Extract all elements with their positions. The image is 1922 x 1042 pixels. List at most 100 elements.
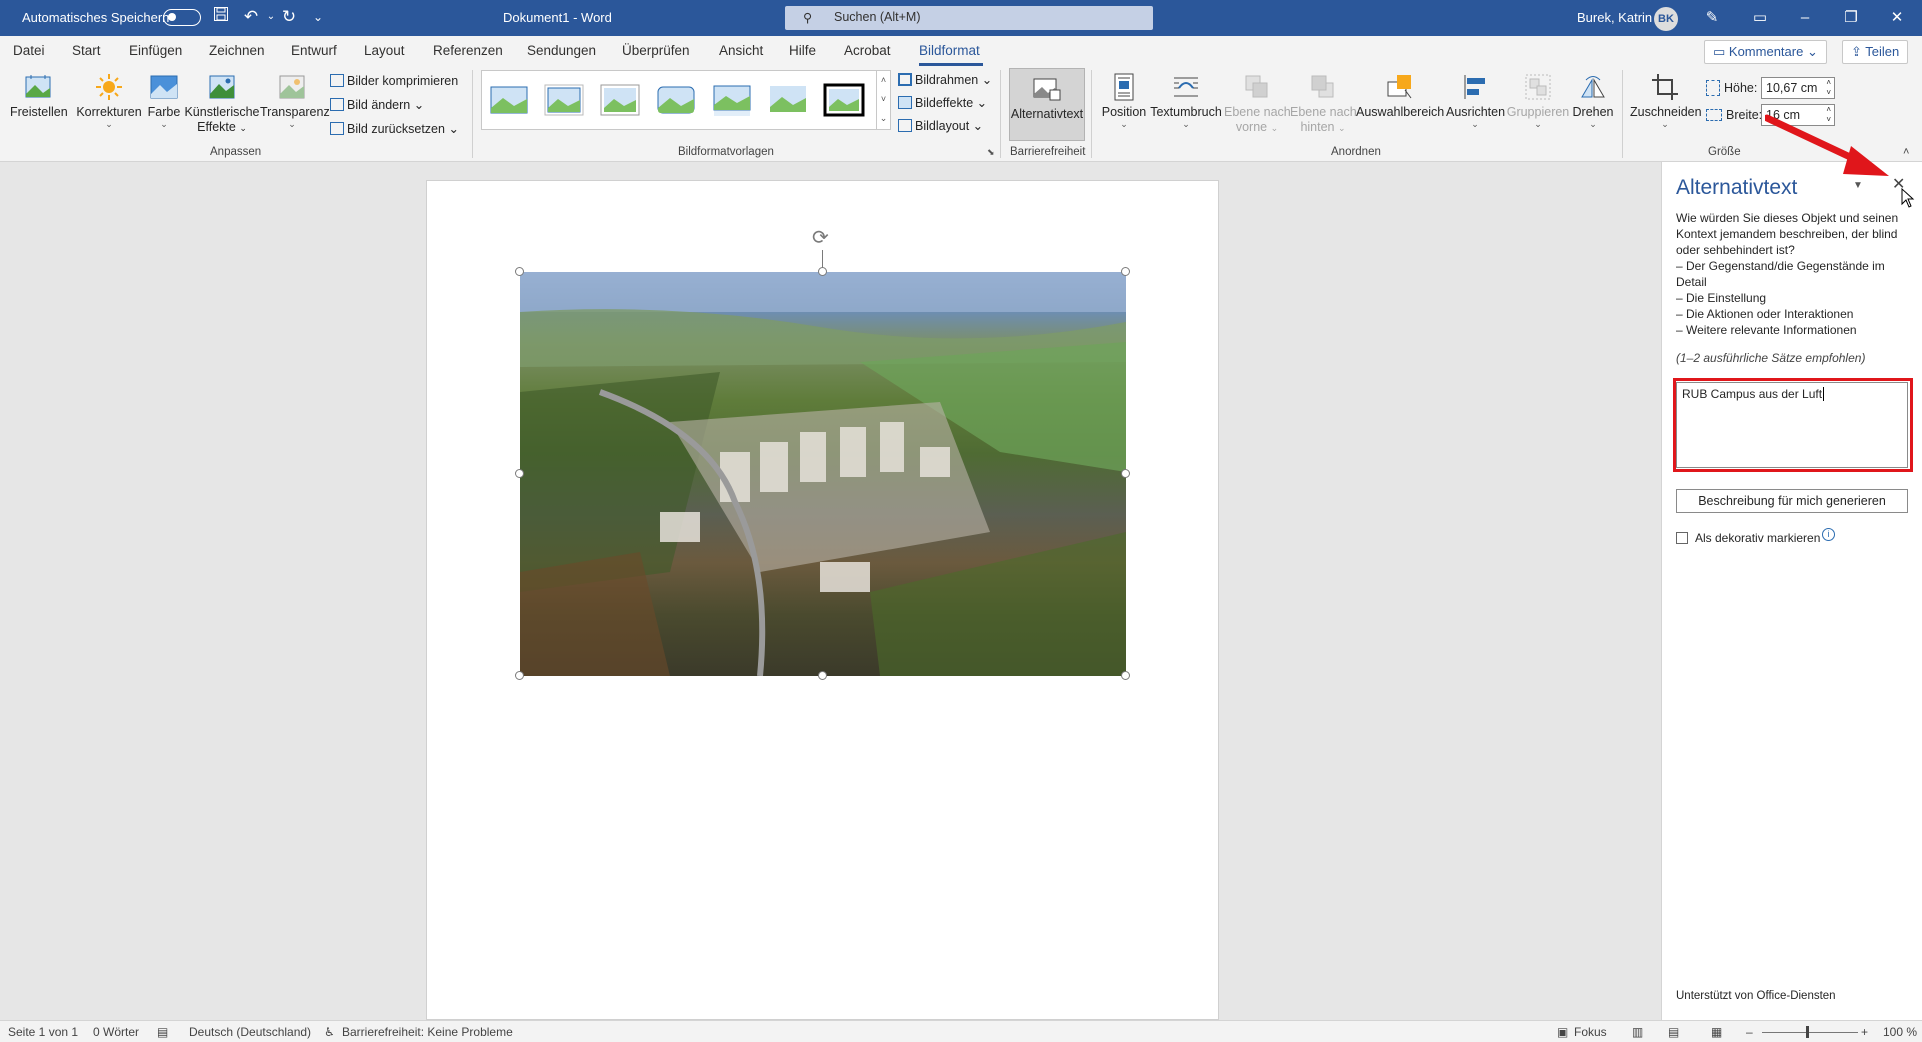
drehen-button[interactable]: Drehen ⌄ xyxy=(1570,72,1616,129)
decorative-label: Als dekorativ markieren xyxy=(1695,531,1821,545)
web-layout-icon[interactable]: ▦ xyxy=(1711,1025,1722,1039)
zoom-slider[interactable] xyxy=(1762,1032,1858,1033)
bring-forward-button[interactable]: Ebene nach vorne ⌄ xyxy=(1224,72,1291,136)
compress-pictures-button[interactable]: Bilder komprimieren xyxy=(330,73,458,89)
tab-sendungen[interactable]: Sendungen xyxy=(527,43,596,58)
designer-icon[interactable]: ✎ xyxy=(1700,6,1724,30)
tab-datei[interactable]: Datei xyxy=(13,43,45,58)
resize-handle[interactable] xyxy=(515,671,524,680)
picture-style-thumb[interactable] xyxy=(655,82,697,118)
reset-picture-button[interactable]: Bild zurücksetzen ⌄ xyxy=(330,121,459,137)
group-label-barrierefreiheit: Barrierefreiheit xyxy=(1010,146,1086,158)
artistic-effects-button[interactable]: Künstlerische Effekte ⌄ xyxy=(184,72,260,136)
bildrahmen-button[interactable]: Bildrahmen ⌄ xyxy=(898,72,992,88)
group-separator xyxy=(1622,70,1623,158)
gruppieren-button[interactable]: Gruppieren ⌄ xyxy=(1506,72,1570,129)
korrekturen-label: Korrekturen xyxy=(76,105,142,119)
transparenz-button[interactable]: Transparenz ⌄ xyxy=(260,72,330,129)
alternativtext-button[interactable]: Alternativtext xyxy=(1009,68,1085,141)
save-icon[interactable] xyxy=(210,6,232,28)
restore-icon[interactable]: ❐ xyxy=(1839,6,1863,30)
title-bar: Automatisches Speichern ↶ ⌄ ↻ ⌄ Dokument… xyxy=(0,0,1922,36)
bildeffekte-button[interactable]: Bildeffekte ⌄ xyxy=(898,95,987,111)
zuschneiden-button[interactable]: Zuschneiden ⌄ xyxy=(1630,72,1702,129)
picture-style-thumb[interactable] xyxy=(767,82,809,118)
resize-handle[interactable] xyxy=(1121,469,1130,478)
zoom-slider-thumb[interactable] xyxy=(1806,1026,1809,1038)
ribbon-display-icon[interactable]: ▭ xyxy=(1748,6,1772,30)
zoom-in-icon[interactable]: + xyxy=(1861,1025,1868,1039)
search-placeholder: Suchen (Alt+M) xyxy=(834,10,921,24)
tab-acrobat[interactable]: Acrobat xyxy=(844,43,891,58)
zoom-level[interactable]: 100 % xyxy=(1883,1025,1917,1039)
ribbon: Freistellen Korrekturen ⌄ Farbe ⌄ Künstler… xyxy=(0,66,1922,162)
redo-icon[interactable]: ↻ xyxy=(278,6,300,28)
picture-style-thumb[interactable] xyxy=(599,82,641,118)
decorative-checkbox[interactable] xyxy=(1676,532,1688,544)
avatar[interactable]: BK xyxy=(1654,7,1678,31)
rotate-handle-icon[interactable]: ⟳ xyxy=(812,228,829,248)
alt-text-icon xyxy=(1033,78,1061,101)
height-spinner[interactable]: ˄ ˅ xyxy=(1826,78,1831,98)
tab-hilfe[interactable]: Hilfe xyxy=(789,43,816,58)
tab-ansicht[interactable]: Ansicht xyxy=(719,43,763,58)
tab-zeichnen[interactable]: Zeichnen xyxy=(209,43,265,58)
ausrichten-button[interactable]: Ausrichten ⌄ xyxy=(1446,72,1506,129)
read-mode-icon[interactable]: ▥ xyxy=(1632,1025,1643,1039)
share-button[interactable]: ⇪ Teilen xyxy=(1842,40,1909,64)
korrekturen-button[interactable]: Korrekturen ⌄ xyxy=(76,72,142,129)
minimize-icon[interactable]: – xyxy=(1793,6,1817,30)
autosave-toggle[interactable] xyxy=(163,9,201,26)
send-backward-button[interactable]: Ebene nach hinten ⌄ xyxy=(1290,72,1357,136)
tab-start[interactable]: Start xyxy=(72,43,101,58)
picture-style-thumb[interactable] xyxy=(823,82,865,118)
picture-style-thumb[interactable] xyxy=(711,82,753,118)
auswahlbereich-label: Auswahlbereich xyxy=(1356,105,1445,119)
pane-description-line: oder sehbehindert ist? xyxy=(1676,243,1795,257)
resize-handle[interactable] xyxy=(515,469,524,478)
picture-style-thumb[interactable] xyxy=(543,82,585,118)
generate-description-button[interactable]: Beschreibung für mich generieren xyxy=(1676,489,1908,513)
print-layout-icon[interactable]: ▤ xyxy=(1668,1025,1679,1039)
resize-handle[interactable] xyxy=(1121,267,1130,276)
collapse-ribbon-icon[interactable]: ˄ xyxy=(1903,146,1909,158)
tab-entwurf[interactable]: Entwurf xyxy=(291,43,337,58)
resize-handle[interactable] xyxy=(1121,671,1130,680)
position-button[interactable]: Position ⌄ xyxy=(1100,72,1148,129)
tab-ueberpruefen[interactable]: Überprüfen xyxy=(622,43,690,58)
resize-handle[interactable] xyxy=(515,267,524,276)
customize-qat-icon[interactable]: ⌄ xyxy=(307,6,329,28)
compress-label: Bilder komprimieren xyxy=(347,74,459,88)
tab-bildformat[interactable]: Bildformat xyxy=(919,43,980,58)
ausrichten-label: Ausrichten xyxy=(1446,105,1506,119)
change-picture-button[interactable]: Bild ändern ⌄ xyxy=(330,97,424,113)
height-input[interactable]: 10,67 cm ˄ ˅ xyxy=(1761,77,1835,99)
comments-button[interactable]: ▭ Kommentare ⌄ xyxy=(1704,40,1827,64)
undo-icon[interactable]: ↶ xyxy=(240,6,262,28)
resize-handle[interactable] xyxy=(818,671,827,680)
resize-handle[interactable] xyxy=(818,267,827,276)
word-count[interactable]: 0 Wörter xyxy=(93,1025,139,1039)
search-box[interactable]: ⚲ Suchen (Alt+M) xyxy=(785,6,1153,30)
accessibility-status[interactable]: Barrierefreiheit: Keine Probleme xyxy=(342,1025,513,1039)
picture-style-thumb[interactable] xyxy=(488,82,530,118)
close-window-icon[interactable]: ✕ xyxy=(1885,6,1909,30)
zoom-out-icon[interactable]: – xyxy=(1746,1025,1753,1039)
farbe-button[interactable]: Farbe ⌄ xyxy=(146,72,182,129)
textumbruch-button[interactable]: Textumbruch ⌄ xyxy=(1150,72,1222,129)
auswahlbereich-button[interactable]: Auswahlbereich xyxy=(1356,72,1444,120)
focus-mode[interactable]: Fokus xyxy=(1574,1025,1607,1039)
dialog-launcher-icon[interactable]: ⬊ xyxy=(987,147,995,158)
tab-einfuegen[interactable]: Einfügen xyxy=(129,43,182,58)
language-indicator[interactable]: Deutsch (Deutschland) xyxy=(189,1025,311,1039)
gallery-scroll[interactable]: ˄ ˅ ⌄ xyxy=(876,71,890,129)
bildlayout-button[interactable]: Bildlayout ⌄ xyxy=(898,118,983,134)
campus-aerial-photo[interactable] xyxy=(520,272,1126,677)
tab-layout[interactable]: Layout xyxy=(364,43,405,58)
page-indicator[interactable]: Seite 1 von 1 xyxy=(8,1025,78,1039)
tab-referenzen[interactable]: Referenzen xyxy=(433,43,503,58)
info-icon[interactable]: i xyxy=(1822,528,1835,541)
wrap-text-icon xyxy=(1174,77,1198,97)
proofing-icon[interactable]: ▤ xyxy=(157,1025,168,1039)
freistellen-button[interactable]: Freistellen xyxy=(10,72,68,120)
